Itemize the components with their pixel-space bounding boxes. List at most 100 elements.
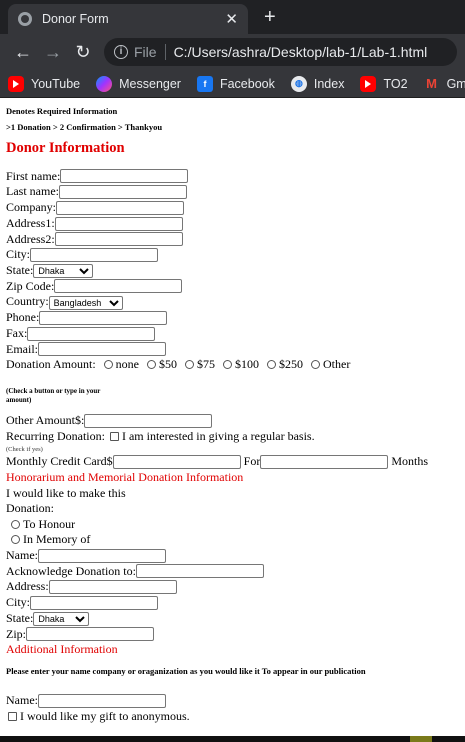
back-button[interactable]: ←	[8, 42, 38, 63]
hon-state-row: State: Dhaka	[6, 611, 459, 627]
tab-title: Donor Form	[42, 12, 109, 26]
bookmark-facebook[interactable]: f Facebook	[196, 75, 275, 92]
first-name-row: First name:	[6, 169, 459, 185]
horizontal-scrollbar[interactable]	[0, 736, 465, 742]
bookmark-index[interactable]: ◍ Index	[290, 75, 345, 92]
country-row: Country: Bangladesh	[6, 294, 459, 310]
email-label: Email:	[6, 341, 38, 356]
scrollbar-thumb[interactable]	[410, 736, 432, 742]
donor-info-title: Donor Information	[6, 140, 125, 156]
scheme-label: File	[134, 44, 157, 60]
steps-breadcrumb: >1 Donation > 2 Confirmation > Thankyou	[6, 122, 163, 132]
radio-label: none	[115, 357, 139, 372]
email-input[interactable]	[38, 342, 166, 357]
radio-other[interactable]	[311, 360, 320, 370]
bookmark-label: Messenger	[119, 76, 181, 91]
tab-donor-form[interactable]: Donor Form ✕	[8, 4, 248, 34]
add-name-input[interactable]	[38, 693, 166, 708]
months-input[interactable]	[260, 454, 389, 469]
last-name-label: Last name:	[6, 184, 59, 199]
zip-row: Zip Code:	[6, 279, 459, 295]
address2-label: Address2:	[6, 231, 55, 246]
donation-amount-label: Donation Amount:	[6, 357, 96, 372]
other-amount-input[interactable]	[84, 413, 213, 428]
anonymous-checkbox[interactable]	[8, 711, 17, 721]
other-amount-label: Other Amount$:	[6, 412, 85, 427]
reload-button[interactable]: ↻	[68, 42, 98, 63]
hon-name-input[interactable]	[38, 548, 166, 563]
check-hint: (Check if yes)	[6, 446, 43, 454]
bookmark-label: Index	[313, 76, 345, 91]
additional-note: Please enter your name company or oragan…	[6, 665, 366, 676]
address1-label: Address1:	[6, 215, 55, 230]
country-select[interactable]: Bangladesh	[48, 295, 123, 310]
zip-input[interactable]	[54, 279, 183, 294]
hon-zip-input[interactable]	[26, 627, 154, 642]
info-icon[interactable]: i	[114, 45, 128, 59]
state-select[interactable]: Dhaka	[33, 264, 94, 279]
messenger-icon	[96, 75, 113, 92]
hon-name-row: Name:	[6, 548, 459, 564]
radio-100[interactable]	[223, 360, 232, 370]
radio-75[interactable]	[185, 360, 194, 370]
company-input[interactable]	[56, 200, 184, 215]
recurring-checkbox[interactable]	[109, 431, 119, 441]
honorarium-intro-2: Donation:	[6, 501, 54, 516]
radio-50[interactable]	[147, 360, 156, 370]
last-name-input[interactable]	[58, 185, 187, 200]
forward-button[interactable]: →	[38, 42, 68, 63]
bookmark-to2[interactable]: TO2	[360, 75, 408, 92]
new-tab-button[interactable]: +	[264, 6, 276, 29]
hon-state-select[interactable]: Dhaka	[33, 612, 90, 627]
first-name-input[interactable]	[60, 169, 189, 184]
company-label: Company:	[6, 200, 56, 215]
honour-row: To Honour	[6, 517, 459, 533]
monthly-row: Monthly Credit Card$ For Months	[6, 454, 459, 470]
honorarium-title: Honorarium and Memorial Donation Informa…	[6, 469, 244, 484]
hon-state-label: State:	[6, 610, 34, 625]
radio-label: $75	[197, 357, 215, 372]
donation-amount-row: Donation Amount: none $50 $75 $100 $250 …	[6, 357, 459, 373]
fax-input[interactable]	[27, 326, 156, 341]
radio-in-memory[interactable]	[11, 535, 20, 545]
honorarium-intro-1: I would like to make this	[6, 485, 126, 500]
first-name-label: First name:	[6, 168, 61, 183]
recurring-label: Recurring Donation:	[6, 428, 105, 443]
phone-input[interactable]	[39, 310, 168, 325]
zip-label: Zip Code:	[6, 278, 55, 293]
hon-address-input[interactable]	[48, 580, 177, 595]
hon-city-input[interactable]	[30, 595, 159, 610]
anonymous-label: I would like my gift to anonymous.	[20, 708, 190, 723]
monthly-amount-input[interactable]	[112, 454, 241, 469]
last-name-row: Last name:	[6, 184, 459, 200]
donation-hint: (Check a button or type in your amount)	[6, 386, 101, 404]
page-content: Denotes Required Information >1 Donation…	[0, 98, 465, 728]
add-name-row: Name:	[6, 693, 459, 709]
phone-label: Phone:	[6, 310, 40, 325]
acknowledge-input[interactable]	[135, 564, 264, 579]
company-row: Company:	[6, 200, 459, 216]
url-text[interactable]: C:/Users/ashra/Desktop/lab-1/Lab-1.html	[174, 44, 428, 60]
address2-input[interactable]	[54, 232, 183, 247]
youtube-icon	[8, 75, 24, 92]
state-row: State: Dhaka	[6, 263, 459, 279]
close-tab-icon[interactable]: ✕	[225, 10, 238, 28]
hon-address-label: Address:	[6, 579, 49, 594]
radio-label: $100	[235, 357, 259, 372]
radio-label: $250	[279, 357, 303, 372]
bookmark-label: TO2	[383, 76, 408, 91]
bookmark-messenger[interactable]: Messenger	[96, 75, 181, 92]
monthly-label: Monthly Credit Card$	[6, 454, 113, 469]
city-input[interactable]	[30, 248, 159, 263]
country-label: Country:	[6, 294, 49, 309]
radio-to-honour[interactable]	[11, 519, 20, 529]
address1-input[interactable]	[54, 216, 183, 231]
radio-label: $50	[159, 357, 177, 372]
radio-250[interactable]	[267, 360, 276, 370]
bookmark-youtube[interactable]: YouTube	[8, 75, 80, 92]
address-bar[interactable]: i File C:/Users/ashra/Desktop/lab-1/Lab-…	[104, 38, 457, 66]
hon-city-row: City:	[6, 595, 459, 611]
bookmark-gmail[interactable]: M Gma	[424, 76, 465, 92]
for-label: For	[243, 454, 261, 469]
radio-none[interactable]	[103, 360, 113, 370]
